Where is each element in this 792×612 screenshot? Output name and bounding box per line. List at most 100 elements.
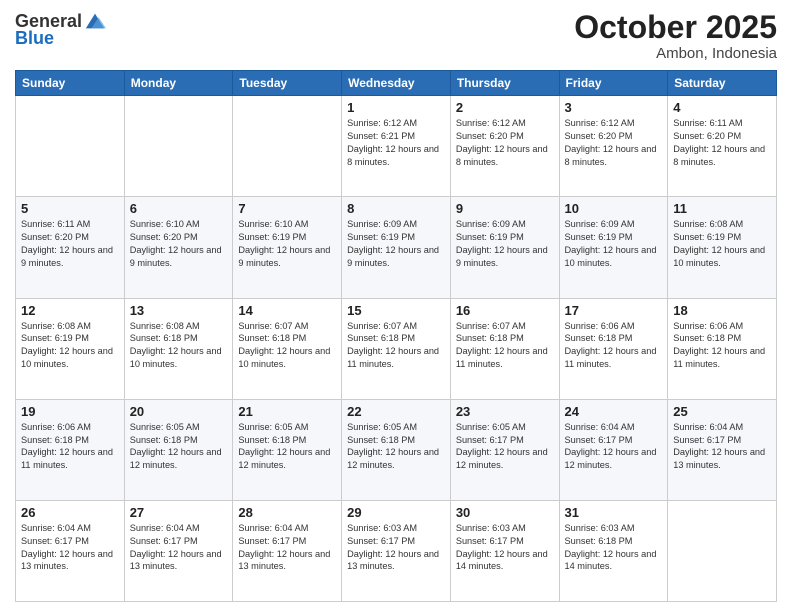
day-info: Sunrise: 6:09 AM Sunset: 6:19 PM Dayligh…	[456, 218, 554, 270]
header-friday: Friday	[559, 71, 668, 96]
calendar-cell: 26 Sunrise: 6:04 AM Sunset: 6:17 PM Dayli…	[16, 500, 125, 601]
day-info: Sunrise: 6:08 AM Sunset: 6:19 PM Dayligh…	[673, 218, 771, 270]
header-thursday: Thursday	[450, 71, 559, 96]
calendar-cell: 1 Sunrise: 6:12 AM Sunset: 6:21 PM Daylig…	[342, 96, 451, 197]
day-info: Sunrise: 6:03 AM Sunset: 6:18 PM Dayligh…	[565, 522, 663, 574]
day-info: Sunrise: 6:06 AM Sunset: 6:18 PM Dayligh…	[565, 320, 663, 372]
day-info: Sunrise: 6:04 AM Sunset: 6:17 PM Dayligh…	[130, 522, 228, 574]
day-number: 20	[130, 404, 228, 419]
day-number: 1	[347, 100, 445, 115]
logo-icon	[84, 10, 106, 32]
day-info: Sunrise: 6:06 AM Sunset: 6:18 PM Dayligh…	[673, 320, 771, 372]
week-row-4: 19 Sunrise: 6:06 AM Sunset: 6:18 PM Dayli…	[16, 399, 777, 500]
day-info: Sunrise: 6:09 AM Sunset: 6:19 PM Dayligh…	[347, 218, 445, 270]
day-number: 22	[347, 404, 445, 419]
day-info: Sunrise: 6:07 AM Sunset: 6:18 PM Dayligh…	[238, 320, 336, 372]
day-info: Sunrise: 6:07 AM Sunset: 6:18 PM Dayligh…	[456, 320, 554, 372]
calendar-cell: 12Sunrise: 6:08 AM Sunset: 6:19 PM Dayli…	[16, 298, 125, 399]
day-info: Sunrise: 6:10 AM Sunset: 6:20 PM Dayligh…	[130, 218, 228, 270]
day-info: Sunrise: 6:10 AM Sunset: 6:19 PM Dayligh…	[238, 218, 336, 270]
calendar-cell: 21 Sunrise: 6:05 AM Sunset: 6:18 PM Dayli…	[233, 399, 342, 500]
day-info: Sunrise: 6:07 AM Sunset: 6:18 PM Dayligh…	[347, 320, 445, 372]
calendar-cell	[668, 500, 777, 601]
days-header-row: Sunday Monday Tuesday Wednesday Thursday…	[16, 71, 777, 96]
day-number: 2	[456, 100, 554, 115]
day-number: 7	[238, 201, 336, 216]
calendar-cell: 27 Sunrise: 6:04 AM Sunset: 6:17 PM Dayli…	[124, 500, 233, 601]
day-number: 14	[238, 303, 336, 318]
day-number: 31	[565, 505, 663, 520]
day-number: 17	[565, 303, 663, 318]
calendar-cell: 20 Sunrise: 6:05 AM Sunset: 6:18 PM Dayli…	[124, 399, 233, 500]
calendar-cell: 4 Sunrise: 6:11 AM Sunset: 6:20 PM Daylig…	[668, 96, 777, 197]
month-title: October 2025	[574, 10, 777, 45]
day-info: Sunrise: 6:05 AM Sunset: 6:18 PM Dayligh…	[130, 421, 228, 473]
calendar-cell: 31 Sunrise: 6:03 AM Sunset: 6:18 PM Dayli…	[559, 500, 668, 601]
page: General Blue October 2025 Ambon, Indones…	[0, 0, 792, 612]
header-wednesday: Wednesday	[342, 71, 451, 96]
day-number: 3	[565, 100, 663, 115]
day-info: Sunrise: 6:04 AM Sunset: 6:17 PM Dayligh…	[238, 522, 336, 574]
calendar-cell: 18 Sunrise: 6:06 AM Sunset: 6:18 PM Dayli…	[668, 298, 777, 399]
calendar-cell	[124, 96, 233, 197]
day-number: 5	[21, 201, 119, 216]
day-number: 23	[456, 404, 554, 419]
day-number: 28	[238, 505, 336, 520]
day-info: Sunrise: 6:11 AM Sunset: 6:20 PM Dayligh…	[21, 218, 119, 270]
calendar-cell: 8 Sunrise: 6:09 AM Sunset: 6:19 PM Daylig…	[342, 197, 451, 298]
header-sunday: Sunday	[16, 71, 125, 96]
day-number: 26	[21, 505, 119, 520]
day-info: Sunrise: 6:12 AM Sunset: 6:21 PM Dayligh…	[347, 117, 445, 169]
day-info: Sunrise: 6:12 AM Sunset: 6:20 PM Dayligh…	[456, 117, 554, 169]
calendar-cell: 28 Sunrise: 6:04 AM Sunset: 6:17 PM Dayli…	[233, 500, 342, 601]
day-number: 8	[347, 201, 445, 216]
day-info: Sunrise: 6:04 AM Sunset: 6:17 PM Dayligh…	[565, 421, 663, 473]
calendar-cell: 3Sunrise: 6:12 AM Sunset: 6:20 PM Daylig…	[559, 96, 668, 197]
calendar-cell: 17 Sunrise: 6:06 AM Sunset: 6:18 PM Dayli…	[559, 298, 668, 399]
calendar-cell: 9Sunrise: 6:09 AM Sunset: 6:19 PM Daylig…	[450, 197, 559, 298]
calendar-cell: 13 Sunrise: 6:08 AM Sunset: 6:18 PM Dayli…	[124, 298, 233, 399]
header: General Blue October 2025 Ambon, Indones…	[15, 10, 777, 62]
day-number: 30	[456, 505, 554, 520]
day-number: 18	[673, 303, 771, 318]
calendar-cell: 11Sunrise: 6:08 AM Sunset: 6:19 PM Dayli…	[668, 197, 777, 298]
title-section: October 2025 Ambon, Indonesia	[574, 10, 777, 62]
day-number: 21	[238, 404, 336, 419]
day-number: 19	[21, 404, 119, 419]
calendar-cell: 14 Sunrise: 6:07 AM Sunset: 6:18 PM Dayli…	[233, 298, 342, 399]
day-number: 4	[673, 100, 771, 115]
day-info: Sunrise: 6:05 AM Sunset: 6:18 PM Dayligh…	[238, 421, 336, 473]
calendar-table: Sunday Monday Tuesday Wednesday Thursday…	[15, 70, 777, 602]
calendar-cell: 6Sunrise: 6:10 AM Sunset: 6:20 PM Daylig…	[124, 197, 233, 298]
calendar-cell: 24Sunrise: 6:04 AM Sunset: 6:17 PM Dayli…	[559, 399, 668, 500]
day-number: 10	[565, 201, 663, 216]
calendar-cell: 5 Sunrise: 6:11 AM Sunset: 6:20 PM Daylig…	[16, 197, 125, 298]
calendar-cell: 19 Sunrise: 6:06 AM Sunset: 6:18 PM Dayli…	[16, 399, 125, 500]
logo: General Blue	[15, 10, 106, 49]
day-info: Sunrise: 6:04 AM Sunset: 6:17 PM Dayligh…	[21, 522, 119, 574]
calendar-cell: 7 Sunrise: 6:10 AM Sunset: 6:19 PM Daylig…	[233, 197, 342, 298]
day-info: Sunrise: 6:09 AM Sunset: 6:19 PM Dayligh…	[565, 218, 663, 270]
calendar-cell: 2 Sunrise: 6:12 AM Sunset: 6:20 PM Daylig…	[450, 96, 559, 197]
calendar-cell: 10 Sunrise: 6:09 AM Sunset: 6:19 PM Dayli…	[559, 197, 668, 298]
calendar-cell: 25Sunrise: 6:04 AM Sunset: 6:17 PM Dayli…	[668, 399, 777, 500]
day-number: 15	[347, 303, 445, 318]
day-info: Sunrise: 6:03 AM Sunset: 6:17 PM Dayligh…	[456, 522, 554, 574]
day-number: 16	[456, 303, 554, 318]
day-info: Sunrise: 6:05 AM Sunset: 6:18 PM Dayligh…	[347, 421, 445, 473]
header-tuesday: Tuesday	[233, 71, 342, 96]
day-number: 13	[130, 303, 228, 318]
location: Ambon, Indonesia	[574, 45, 777, 62]
calendar-cell	[16, 96, 125, 197]
week-row-3: 12Sunrise: 6:08 AM Sunset: 6:19 PM Dayli…	[16, 298, 777, 399]
day-info: Sunrise: 6:05 AM Sunset: 6:17 PM Dayligh…	[456, 421, 554, 473]
week-row-2: 5 Sunrise: 6:11 AM Sunset: 6:20 PM Daylig…	[16, 197, 777, 298]
day-info: Sunrise: 6:08 AM Sunset: 6:18 PM Dayligh…	[130, 320, 228, 372]
day-info: Sunrise: 6:03 AM Sunset: 6:17 PM Dayligh…	[347, 522, 445, 574]
day-info: Sunrise: 6:11 AM Sunset: 6:20 PM Dayligh…	[673, 117, 771, 169]
week-row-5: 26 Sunrise: 6:04 AM Sunset: 6:17 PM Dayli…	[16, 500, 777, 601]
day-number: 12	[21, 303, 119, 318]
day-info: Sunrise: 6:06 AM Sunset: 6:18 PM Dayligh…	[21, 421, 119, 473]
calendar-cell: 16 Sunrise: 6:07 AM Sunset: 6:18 PM Dayli…	[450, 298, 559, 399]
day-number: 27	[130, 505, 228, 520]
